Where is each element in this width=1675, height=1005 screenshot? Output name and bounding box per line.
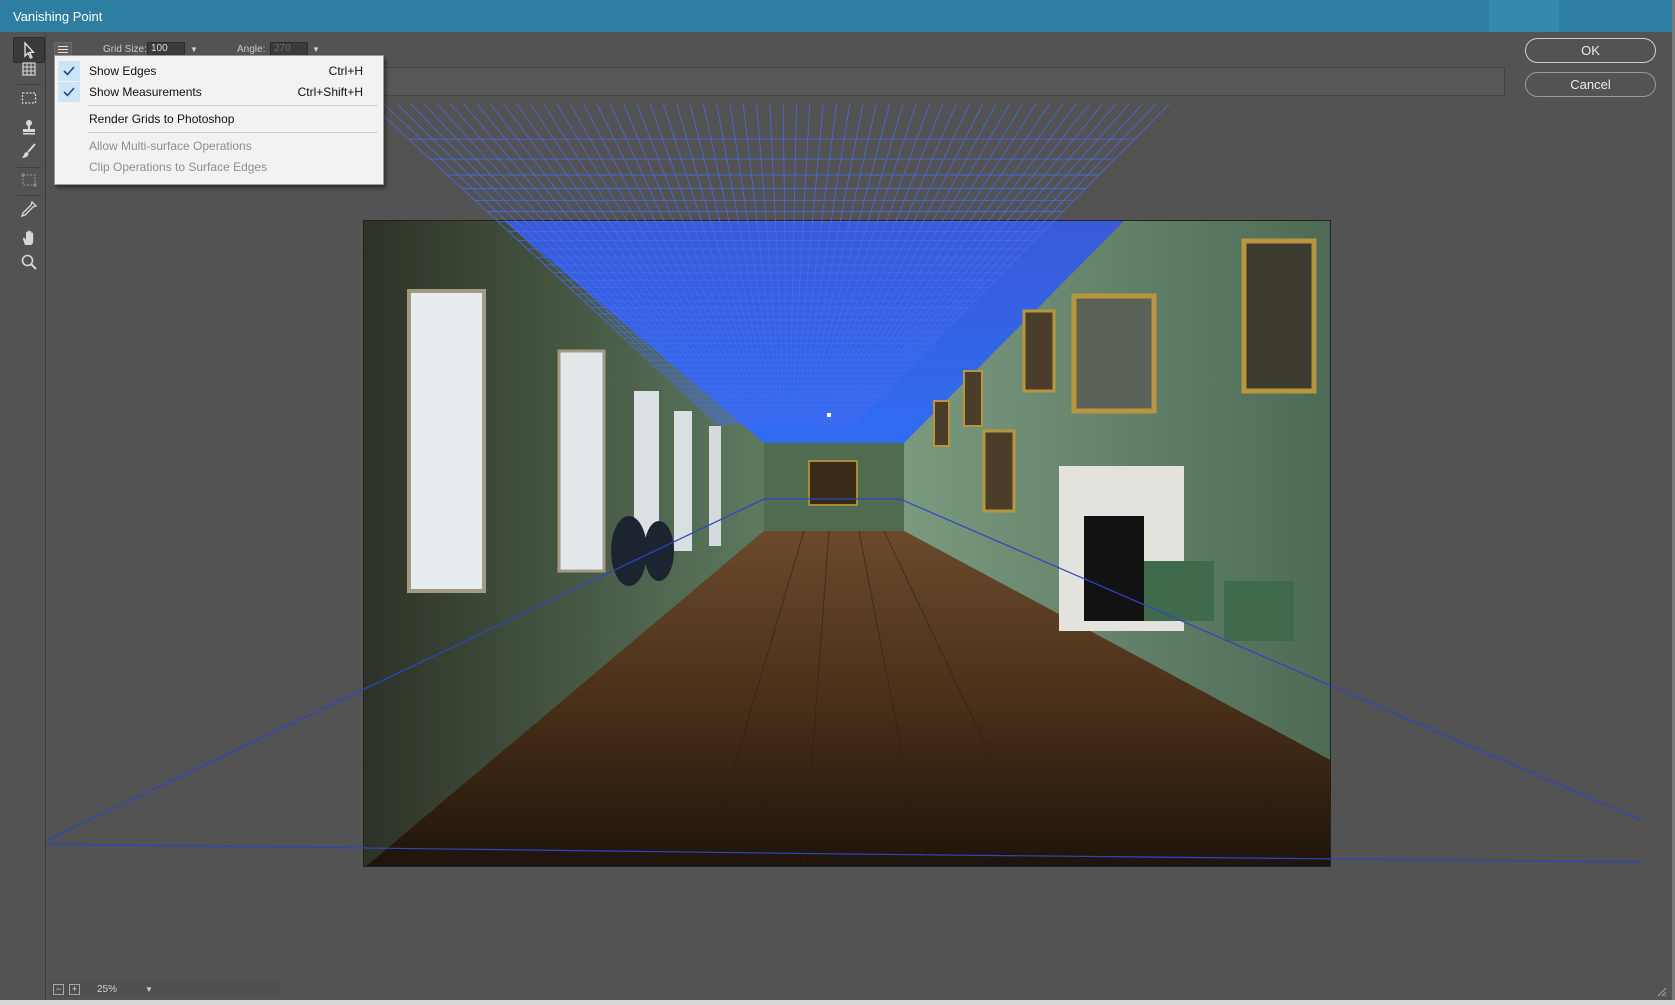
zoom-in-button[interactable]: +	[69, 984, 80, 995]
message-bar	[378, 67, 1505, 96]
vanishing-point-dialog: Vanishing Point Grid Size: 100 ▼ Angle: …	[0, 0, 1675, 1005]
menu-separator	[88, 105, 378, 106]
angle-label: Angle:	[237, 44, 266, 55]
perspective-grid[interactable]	[47, 104, 1662, 982]
menu-item-shortcut: Ctrl+Shift+H	[297, 85, 363, 99]
zoom-level-field[interactable]: 25%	[87, 983, 147, 996]
window-title: Vanishing Point	[13, 9, 103, 24]
brush-icon	[22, 143, 36, 158]
resize-grip-icon[interactable]	[1655, 985, 1667, 997]
cancel-button[interactable]: Cancel	[1525, 72, 1656, 97]
transform-tool[interactable]	[13, 167, 45, 193]
plane-edge-right	[899, 498, 1642, 821]
zoom-out-button[interactable]: −	[53, 984, 64, 995]
ok-button[interactable]: OK	[1525, 38, 1656, 63]
checkmark-icon	[58, 82, 80, 102]
settings-menu-button[interactable]	[54, 42, 72, 56]
eyedropper-icon	[20, 200, 38, 218]
grid-plane-icon	[22, 62, 36, 76]
menu-item-clip-operations: Clip Operations to Surface Edges	[55, 156, 383, 178]
menu-item-label: Show Edges	[89, 64, 157, 78]
menu-item-render-grids[interactable]: Render Grids to Photoshop	[55, 108, 383, 130]
stamp-icon	[23, 120, 35, 135]
transform-icon	[21, 173, 37, 187]
angle-dropdown[interactable]: ▼	[308, 42, 324, 56]
title-bar-highlight	[1489, 0, 1559, 32]
bottom-edge	[0, 1000, 1675, 1005]
hand-tool[interactable]	[13, 225, 45, 251]
title-bar: Vanishing Point	[0, 0, 1675, 32]
menu-item-show-measurements[interactable]: Show Measurements Ctrl+Shift+H	[55, 81, 383, 103]
menu-item-multi-surface: Allow Multi-surface Operations	[55, 135, 383, 157]
zoom-bar: − + 25% ▼	[50, 981, 280, 997]
plane-edge-front	[47, 843, 1642, 863]
menu-item-show-edges[interactable]: Show Edges Ctrl+H	[55, 60, 383, 82]
menu-lines-icon	[58, 45, 68, 53]
marquee-icon	[21, 92, 37, 104]
preview-canvas[interactable]	[47, 104, 1662, 982]
grid-size-dropdown[interactable]: ▼	[186, 42, 202, 56]
brush-tool[interactable]	[13, 138, 45, 164]
zoom-tool[interactable]	[13, 249, 45, 275]
tool-strip	[4, 32, 46, 1000]
grid-size-label: Grid Size:	[103, 44, 147, 55]
eyedropper-tool[interactable]	[13, 196, 45, 222]
angle-field[interactable]: 270	[270, 42, 308, 56]
vanishing-point-handle[interactable]	[827, 413, 831, 417]
stamp-tool[interactable]	[13, 114, 45, 140]
settings-menu: Show Edges Ctrl+H Show Measurements Ctrl…	[54, 55, 384, 185]
grid-size-field[interactable]: 100	[147, 42, 185, 56]
create-plane-tool[interactable]	[13, 56, 45, 82]
menu-separator	[88, 132, 378, 133]
plane-edge-left	[47, 498, 765, 841]
checkmark-icon	[58, 61, 80, 81]
menu-item-label: Clip Operations to Surface Edges	[89, 160, 268, 174]
menu-item-label: Render Grids to Photoshop	[89, 112, 235, 126]
hand-icon	[22, 230, 34, 245]
zoom-dropdown[interactable]: ▼	[142, 983, 156, 996]
marquee-tool[interactable]	[13, 85, 45, 111]
menu-item-label: Show Measurements	[89, 85, 202, 99]
menu-item-shortcut: Ctrl+H	[328, 64, 363, 78]
menu-item-label: Allow Multi-surface Operations	[89, 139, 252, 153]
magnifier-icon	[21, 254, 37, 270]
